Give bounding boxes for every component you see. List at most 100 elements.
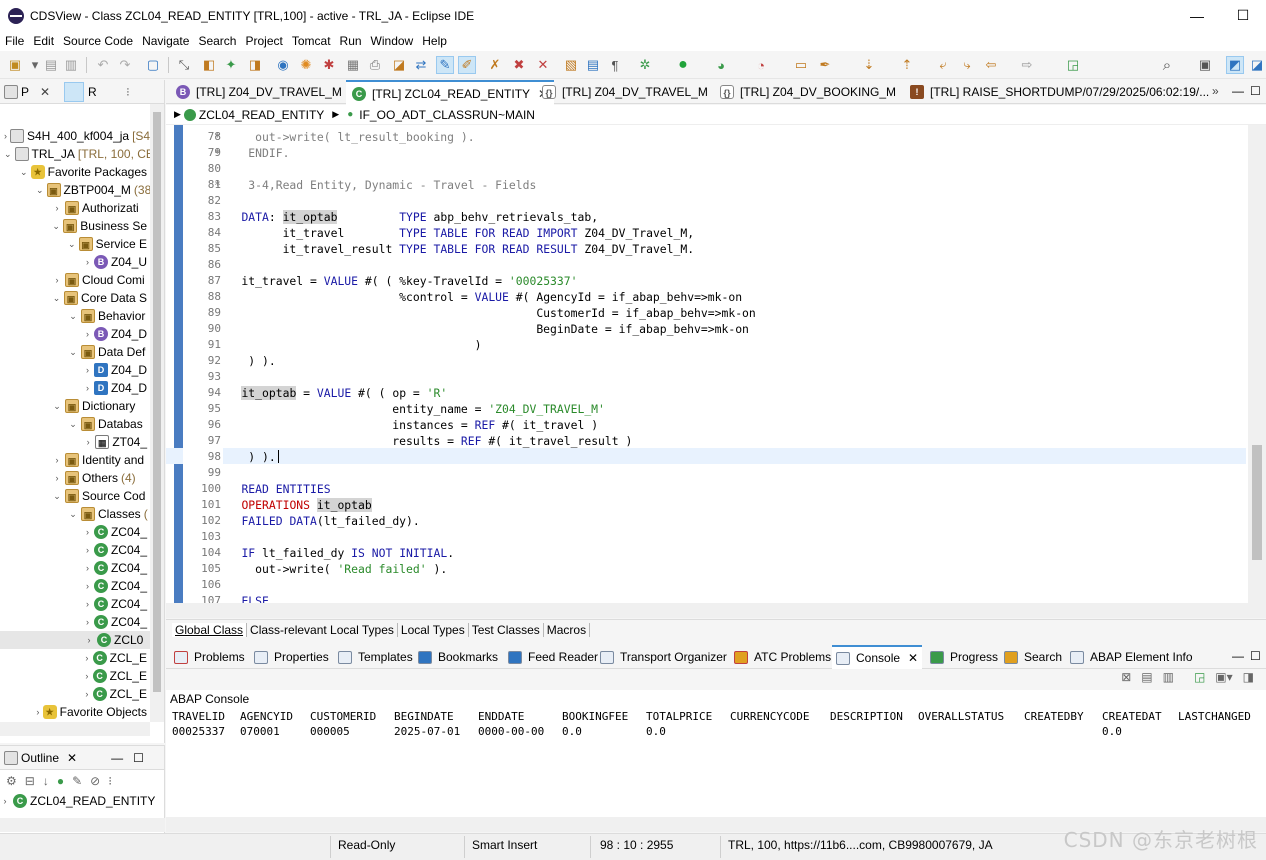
tree-item[interactable]: › ▣ Cloud Comi [0,271,150,289]
subtab-macros[interactable]: Macros [544,622,591,637]
activate-all-icon[interactable]: ◨ [246,56,264,74]
menu-navigate[interactable]: Navigate [137,34,193,48]
minimize-view-icon[interactable]: — [111,751,123,765]
tree-item[interactable]: ⌄ ▣ ZBTP004_M (38 [0,181,150,199]
tree-item[interactable]: ⌄ ▣ Databas [0,415,150,433]
tab-properties[interactable]: Properties [254,645,329,669]
sun-icon[interactable]: ✺ [297,56,315,74]
tab-editor-3[interactable]: {} [TRL] Z04_DV_TRAVEL_M [536,80,714,104]
tree-twisty-icon[interactable]: › [84,635,94,645]
cross-icon[interactable]: ✕ [534,56,552,74]
tree-twisty-icon[interactable]: › [84,545,91,555]
tab-problems[interactable]: Problems [174,645,245,669]
activate-icon[interactable]: ✦ [222,56,240,74]
tree-item[interactable]: ⌄ ★ Favorite Packages [0,163,150,181]
maximize-editor-icon[interactable]: ☐ [1250,84,1261,98]
highlight-icon[interactable]: ✐ [458,56,476,74]
tree-twisty-icon[interactable]: › [84,527,91,537]
outline-menu-icon[interactable]: ⁝ [108,774,112,788]
tree-item[interactable]: ⌄ ▣ Business Se [0,217,150,235]
tab-transport-organizer[interactable]: Transport Organizer [600,645,727,669]
tree-twisty-icon[interactable]: › [84,599,91,609]
external-tools-icon[interactable]: ◔ [752,56,770,74]
undo-icon[interactable]: ↶ [94,56,112,74]
tree-hscrollbar[interactable] [0,722,150,736]
menu-edit[interactable]: Edit [28,34,58,48]
tree-twisty-icon[interactable]: › [84,383,91,393]
tab-abap-element-info[interactable]: ABAP Element Info [1070,645,1193,669]
tree-twisty-icon[interactable]: ⌄ [52,293,61,304]
breadcrumb-method[interactable]: IF_OO_ADT_CLASSRUN~MAIN [359,108,535,122]
check-icon[interactable]: ◉ [274,56,292,74]
subtab-class-relevant-local-types[interactable]: Class-relevant Local Types [247,622,398,637]
maximize-view-icon[interactable]: ☐ [133,751,144,765]
minimize-editor-icon[interactable]: — [1232,84,1244,98]
public-icon[interactable]: ● [57,774,64,788]
run-icon[interactable]: ● [674,56,692,74]
tree-item[interactable]: › C ZC04_ [0,559,150,577]
forward-icon[interactable]: ⇨ [1018,56,1036,74]
tree-item[interactable]: › ▣ Authorizati [0,199,150,217]
open-console-icon[interactable]: ◨ [1243,670,1254,690]
tab-editor-1[interactable]: B [TRL] Z04_DV_TRAVEL_M [170,80,348,104]
console-icon[interactable]: ▢ [144,56,162,74]
tree-item[interactable]: › D Z04_D [0,361,150,379]
menu-file[interactable]: File [0,34,28,48]
clear-console-icon[interactable]: ⊠ [1121,670,1131,690]
outline-close-icon[interactable]: ✕ [67,751,77,765]
new-icon[interactable]: ▣ [6,56,24,74]
tree-item[interactable]: › ▦ ZT04_ [0,433,150,451]
last-edit-icon[interactable]: ⤶ [934,56,952,74]
display-console-icon[interactable]: ▣▾ [1215,670,1232,690]
tree-twisty-icon[interactable]: ⌄ [4,149,12,160]
link-icon[interactable]: ⤡ [175,56,193,74]
tab-project-explorer[interactable]: P [21,85,29,99]
editor-hscrollbar[interactable] [166,603,1266,618]
tab-feed-reader[interactable]: Feed Reader [508,645,598,669]
search-icon[interactable]: ⌕ [1158,56,1176,74]
tree-twisty-icon[interactable]: ⌄ [52,491,62,502]
subtab-global-class[interactable]: Global Class [172,622,248,637]
mark-occurrences-icon[interactable]: ✎ [436,56,454,74]
word-wrap-icon[interactable]: ▥ [1163,670,1174,690]
run-abap-icon[interactable]: ✗ [486,56,504,74]
minimize-button[interactable]: — [1174,0,1220,31]
tab-console[interactable]: Console ✕ [832,645,923,669]
tree-twisty-icon[interactable]: ⌄ [68,311,78,322]
transport-icon[interactable]: ⇄ [412,56,430,74]
menu-window[interactable]: Window [366,34,418,48]
tree-twisty-icon[interactable]: ⌄ [68,239,76,250]
tree-item[interactable]: › C ZCL0 [0,631,150,649]
abap-console[interactable]: ABAP Console TRAVELID 00025337 AGENCYID 070… [166,690,1266,817]
tree-item[interactable]: › D Z04_D [0,379,150,397]
open-perspective-icon[interactable]: ◲ [1064,56,1082,74]
tree-item[interactable]: ⌄ ▣ Classes( [0,505,150,523]
sort-icon[interactable]: ↓ [43,774,49,788]
back-icon[interactable]: ⇦ [982,56,1000,74]
print-icon[interactable]: ⎙ [366,56,384,74]
bug-icon[interactable]: ✲ [636,56,654,74]
save-all-icon[interactable]: ▥ [62,56,80,74]
tree-twisty-icon[interactable]: ⌄ [36,185,44,196]
tree-item[interactable]: ⌄ ▣ Behavior [0,307,150,325]
tab-progress[interactable]: Progress [930,645,998,669]
save-icon[interactable]: ▤ [42,56,60,74]
menu-run[interactable]: Run [335,34,366,48]
tree-item[interactable]: › C ZCL_E [0,649,150,667]
tree-twisty-icon[interactable]: › [84,671,90,681]
pen-icon[interactable]: ✒ [816,56,834,74]
code-editor[interactable]: 78 79 80 81 82 83 84 85 86 87 88 89 90 91 92 93 94 95 96 97… [166,125,1266,603]
stop-icon[interactable]: ✖ [510,56,528,74]
tree-twisty-icon[interactable]: › [84,581,91,591]
tree-item[interactable]: ⌄ ▣ Service E [0,235,150,253]
prev-annotation-icon[interactable]: ⇡ [898,56,916,74]
tree-item[interactable]: › S4H_400_kf004_ja [S4 [0,127,150,145]
coverage-icon[interactable]: ◕ [712,56,730,74]
scroll-lock-icon[interactable]: ▤ [1141,670,1152,690]
tab-bookmarks[interactable]: Bookmarks [418,645,498,669]
tree-item[interactable]: ⌄ ▣ Source Cod [0,487,150,505]
tree-item[interactable]: › C ZC04_ [0,577,150,595]
tree-item[interactable]: › C ZC04_ [0,595,150,613]
tree-item[interactable]: › C ZC04_ [0,523,150,541]
tree-twisty-icon[interactable]: ⌄ [68,419,78,430]
